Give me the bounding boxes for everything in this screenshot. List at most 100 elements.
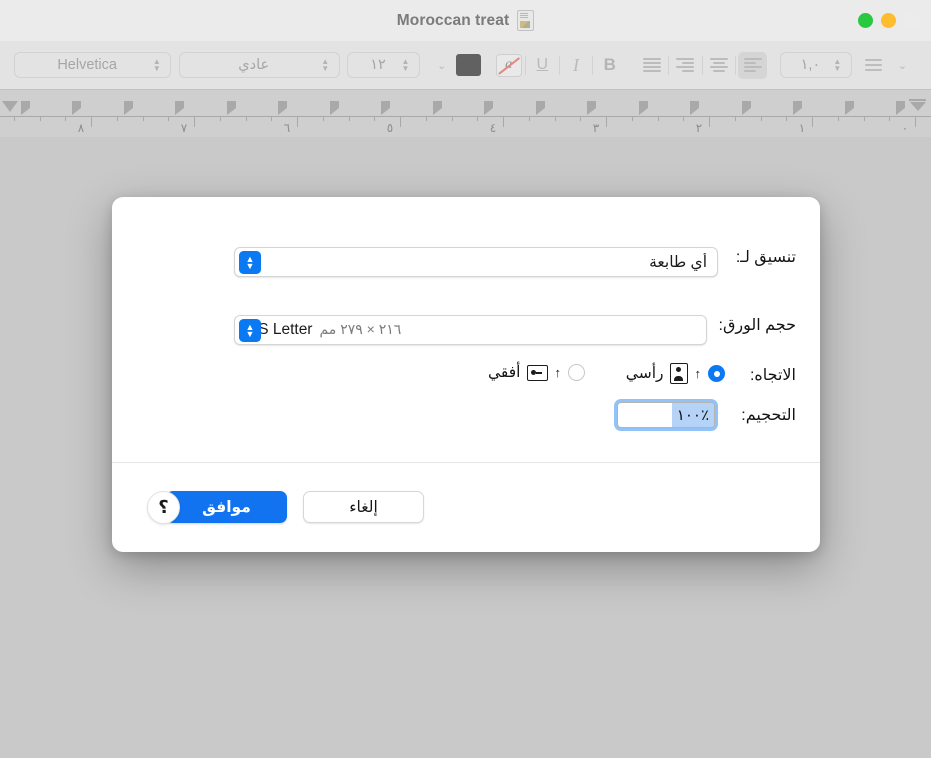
align-justify-icon <box>642 58 661 72</box>
bold-icon: B <box>603 55 616 74</box>
ruler-tick-minor <box>528 116 530 121</box>
tab-stop-marker[interactable] <box>381 101 390 115</box>
tab-stop-marker[interactable] <box>226 101 236 115</box>
chevron-updown-icon: ▲ ▼ <box>833 57 842 73</box>
tab-stop-marker[interactable] <box>72 101 81 115</box>
chevron-updown-icon: ▲ ▼ <box>239 319 261 342</box>
font-family-select[interactable]: Helvetica ▲ ▼ <box>14 52 172 78</box>
zoom-button[interactable] <box>881 13 896 28</box>
font-size-chevron-button[interactable]: ⌄ <box>427 52 456 79</box>
tab-stop-marker[interactable] <box>535 101 545 115</box>
tab-stop-marker[interactable] <box>278 101 287 115</box>
ruler-tick-minor <box>168 116 170 121</box>
orientation-landscape-option[interactable]: ↑ أفقي <box>488 363 585 382</box>
ruler-number: ٨ <box>77 121 85 135</box>
align-justify-button[interactable] <box>637 52 666 79</box>
close-button[interactable] <box>904 13 919 28</box>
help-button[interactable]: ؟ <box>147 491 180 524</box>
tab-stop-marker[interactable] <box>690 101 699 115</box>
font-style-select[interactable]: عادي ▲ ▼ <box>178 52 340 78</box>
ruler-number: ٠ <box>901 121 909 135</box>
divider <box>667 55 669 75</box>
ruler-tick-minor <box>786 116 788 121</box>
paper-size-dimensions: ٢١٦ × ٢٧٩ مم <box>319 321 402 337</box>
align-center-button[interactable] <box>705 52 734 79</box>
font-size-select[interactable]: ١٢ ▲ ▼ <box>347 52 420 78</box>
divider <box>525 55 526 75</box>
chevron-updown-icon: ▲ ▼ <box>152 57 161 73</box>
ruler-tick-minor <box>348 116 350 121</box>
chevron-updown-icon: ▲ ▼ <box>401 57 410 73</box>
tab-stop-marker[interactable] <box>20 101 30 115</box>
cancel-button[interactable]: إلغاء <box>303 491 424 523</box>
orientation-label: الاتجاه: <box>749 367 796 384</box>
scale-value: ٪١٠٠ <box>671 403 714 427</box>
format-for-label: تنسيق لـ: <box>735 249 796 266</box>
left-indent-marker[interactable] <box>2 101 18 112</box>
divider <box>735 55 737 75</box>
tab-stop-marker[interactable] <box>432 101 442 115</box>
paper-size-row: حجم الورق: <box>719 315 796 335</box>
divider <box>701 55 703 75</box>
italic-icon: I <box>573 54 580 75</box>
portrait-radio[interactable] <box>708 365 725 382</box>
up-arrow-icon: ↑ <box>694 366 702 381</box>
ruler-tick-minor <box>13 116 15 121</box>
text-color-swatch[interactable] <box>456 54 482 76</box>
ruler-tick-major <box>812 116 813 127</box>
tab-stop-marker[interactable] <box>896 101 905 115</box>
orientation-portrait-option[interactable]: ↑ رأسي <box>626 363 725 384</box>
window-title-group[interactable]: Moroccan treat <box>397 10 535 31</box>
italic-button[interactable]: I <box>562 52 591 79</box>
underline-button[interactable]: U <box>528 52 557 79</box>
right-indent-marker[interactable] <box>909 99 926 111</box>
ruler-number: ٢ <box>695 121 703 135</box>
page-title: Moroccan treat <box>396 11 510 29</box>
chevron-updown-icon: ▲ ▼ <box>321 57 330 73</box>
ok-button[interactable]: موافق <box>166 491 287 523</box>
ruler-tick-major <box>709 116 710 127</box>
strikethrough-button[interactable]: a <box>494 52 523 79</box>
tab-stop-marker[interactable] <box>793 101 802 115</box>
tab-stop-marker[interactable] <box>741 101 751 115</box>
tab-stop-marker[interactable] <box>638 101 648 115</box>
tab-stop-marker[interactable] <box>329 101 339 115</box>
ruler-tick-minor <box>889 116 891 121</box>
chevron-down-icon: ⌄ <box>897 59 908 72</box>
ruler-tick-minor <box>374 116 376 121</box>
paper-size-select[interactable]: ▲ ▼ US Letter ٢١٦ × ٢٧٩ مم <box>234 315 707 345</box>
ruler-tick-major <box>400 116 401 127</box>
tab-stop-marker[interactable] <box>587 101 596 115</box>
tab-stop-marker[interactable] <box>123 101 133 115</box>
tab-stop-marker[interactable] <box>484 101 493 115</box>
divider <box>558 55 560 75</box>
tab-stop-marker[interactable] <box>844 101 854 115</box>
format-for-select[interactable]: ▲ ▼ أي طابعة <box>234 247 718 277</box>
align-right-button[interactable] <box>671 52 700 79</box>
dialog-body: تنسيق لـ: ▲ ▼ أي طابعة حجم الورق: ▲ ▼ US L… <box>112 197 820 462</box>
ruler-tick-minor <box>271 116 273 121</box>
ruler-tick-minor <box>65 116 67 121</box>
app-window: Moroccan treat Helvetica ▲ ▼ عادي ▲ ▼ ١٢ ▲… <box>0 0 931 758</box>
divider <box>592 55 594 75</box>
list-style-chevron-button[interactable]: ⌄ <box>888 52 917 79</box>
minimize-button[interactable] <box>858 13 873 28</box>
tab-stop-marker[interactable] <box>175 101 184 115</box>
ruler-number: ١ <box>798 121 806 135</box>
ruler[interactable]: ٠ ١ ٢ ٣ ٤ ٥ ٦ ٧ ٨ <box>0 89 931 138</box>
landscape-radio[interactable] <box>568 364 585 381</box>
ruler-tick-minor <box>760 116 762 121</box>
line-spacing-select[interactable]: ١,٠ ▲ ▼ <box>780 52 852 78</box>
ruler-number: ٥ <box>386 121 394 135</box>
ruler-number: ٦ <box>283 121 291 135</box>
ruler-tick-minor <box>322 116 324 121</box>
ruler-tick-minor <box>657 116 659 121</box>
align-left-button[interactable] <box>738 51 768 79</box>
bold-button[interactable]: B <box>595 52 624 79</box>
ruler-tick-minor <box>39 116 41 121</box>
title-bar: Moroccan treat <box>0 0 931 41</box>
ruler-baseline <box>0 116 931 117</box>
list-style-button[interactable] <box>859 52 888 79</box>
scale-input[interactable]: ٪١٠٠ <box>617 402 715 428</box>
format-for-value: أي طابعة <box>649 253 707 271</box>
